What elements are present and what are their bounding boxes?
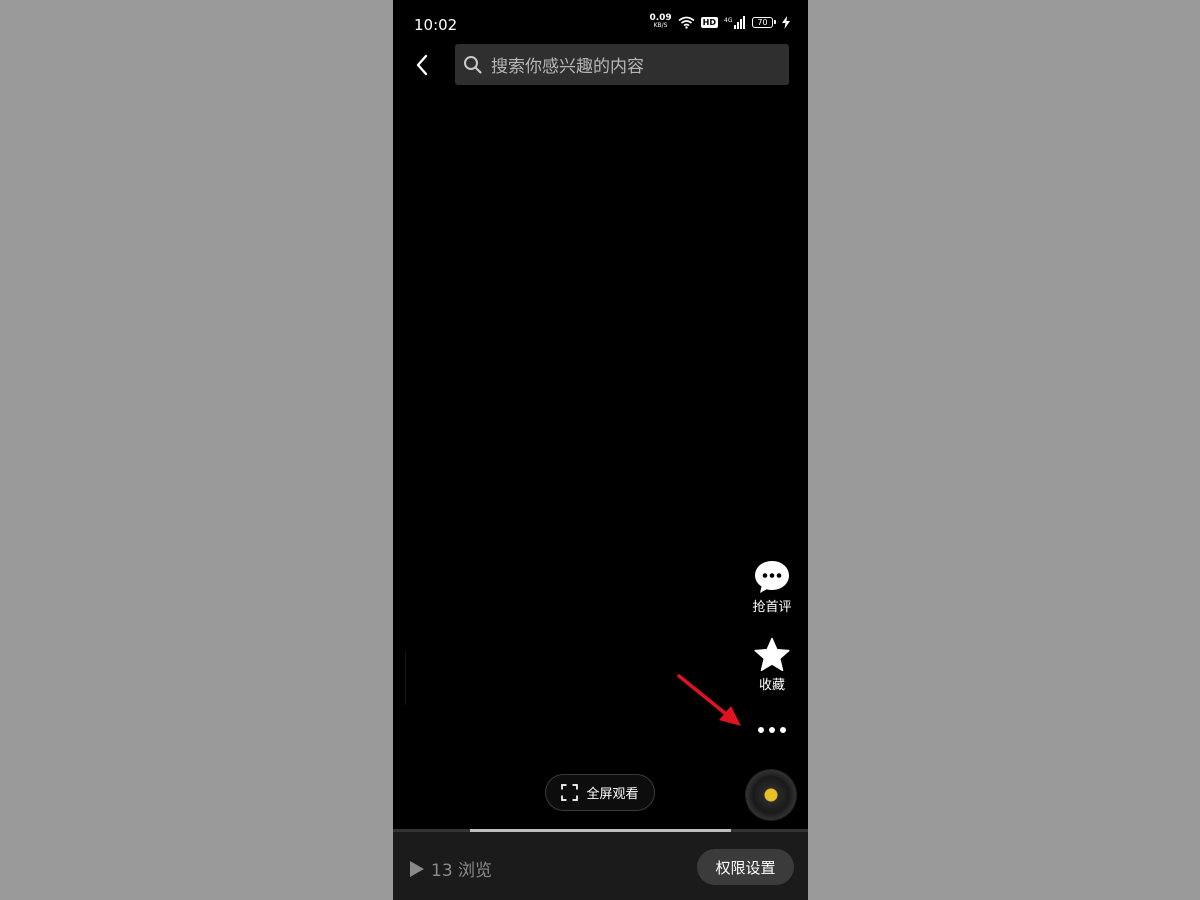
status-time: 10:02 — [414, 16, 458, 34]
status-icons: 0.09 KB/S HD 4G 70 — [649, 14, 790, 30]
views-count: 13 浏览 — [409, 856, 492, 881]
battery-level: 70 — [752, 16, 773, 28]
music-disc-button[interactable] — [746, 770, 796, 820]
charging-icon — [782, 15, 790, 29]
bottom-bar: 13 浏览 权限设置 — [393, 832, 808, 900]
more-dots-icon — [758, 727, 786, 733]
chevron-left-icon — [416, 54, 428, 76]
fullscreen-icon — [561, 784, 579, 801]
battery-indicator: 70 — [752, 16, 776, 28]
phone-screen: 10:02 0.09 KB/S HD 4G 70 搜索你感兴趣的内容 抢首评 收… — [393, 0, 808, 900]
collect-button[interactable]: 收藏 — [742, 637, 802, 693]
net-speed-unit: KB/S — [653, 22, 668, 29]
hd-badge: HD — [700, 16, 718, 28]
annotation-arrow-icon — [677, 674, 741, 726]
more-button[interactable] — [750, 718, 794, 742]
fullscreen-button[interactable]: 全屏观看 — [545, 774, 655, 811]
network-type: 4G — [724, 17, 733, 24]
collect-label: 收藏 — [758, 678, 785, 693]
fullscreen-label: 全屏观看 — [586, 787, 639, 802]
permission-settings-button[interactable]: 权限设置 — [697, 849, 794, 885]
search-placeholder: 搜索你感兴趣的内容 — [491, 57, 644, 77]
edge-line — [405, 650, 406, 705]
play-icon — [410, 860, 424, 877]
comment-label: 抢首评 — [752, 600, 792, 615]
wifi-icon — [678, 16, 695, 29]
signal-icon: 4G — [724, 15, 745, 29]
search-icon — [464, 55, 482, 74]
net-speed-value: 0.09 — [649, 13, 672, 23]
back-button[interactable] — [407, 50, 437, 80]
views-text: 13 浏览 — [431, 861, 493, 881]
battery-tip — [774, 20, 776, 24]
search-input[interactable]: 搜索你感兴趣的内容 — [455, 44, 789, 85]
comment-icon — [755, 561, 789, 593]
comment-button[interactable]: 抢首评 — [742, 559, 802, 615]
star-icon — [754, 637, 790, 672]
net-speed: 0.09 KB/S — [649, 14, 671, 30]
status-bar: 10:02 0.09 KB/S HD 4G 70 — [393, 0, 808, 48]
